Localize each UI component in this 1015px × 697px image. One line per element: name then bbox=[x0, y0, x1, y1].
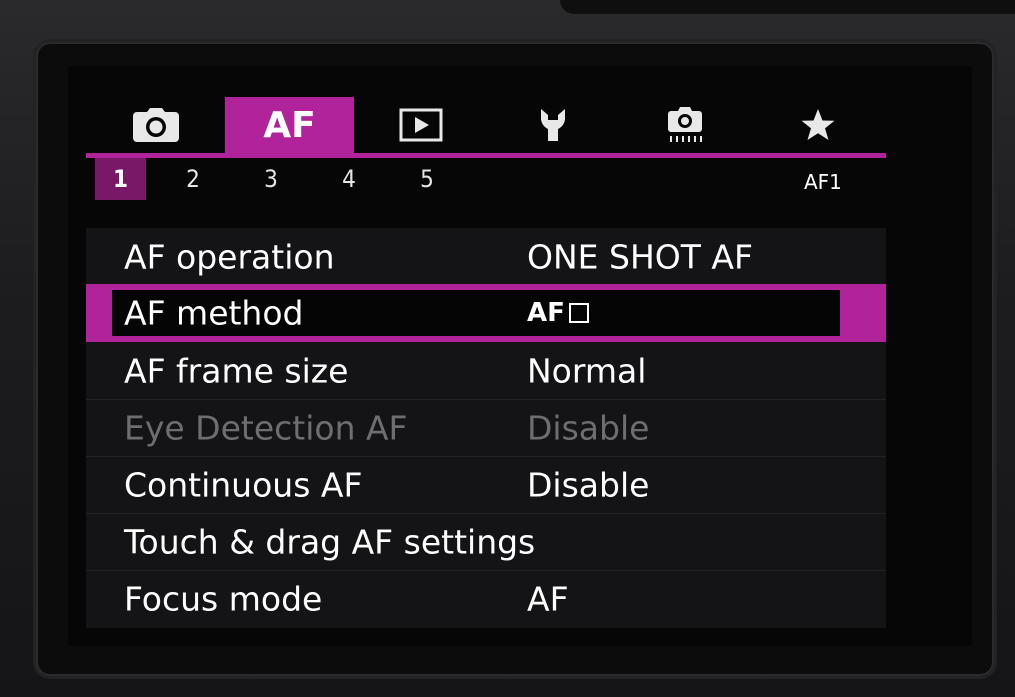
page-code: AF1 bbox=[804, 170, 842, 194]
tab-shooting[interactable] bbox=[126, 97, 186, 153]
menu-item-continuous-af[interactable]: Continuous AF Disable bbox=[86, 456, 886, 514]
subtab-4[interactable]: 4 bbox=[329, 158, 369, 200]
menu-item-eye-detection-af[interactable]: Eye Detection AF Disable bbox=[86, 399, 886, 457]
af-frame-icon bbox=[568, 303, 589, 323]
subtab-5[interactable]: 5 bbox=[407, 158, 447, 200]
menu-item-value: AF bbox=[527, 579, 569, 618]
subtab-2[interactable]: 2 bbox=[173, 158, 213, 200]
menu-item-value: Disable bbox=[527, 465, 650, 504]
menu-item-label: Continuous AF bbox=[124, 465, 363, 504]
menu-item-label: Touch & drag AF settings bbox=[124, 522, 536, 561]
af-method-text: AF bbox=[527, 298, 565, 328]
menu-item-value: ONE SHOT AF bbox=[527, 237, 753, 276]
tab-custom-functions[interactable] bbox=[663, 97, 707, 153]
menu-list: AF operation ONE SHOT AF AF method AF AF… bbox=[86, 228, 886, 628]
menu-item-label: Focus mode bbox=[124, 579, 323, 618]
menu-item-value: AF bbox=[527, 298, 589, 328]
camera-icon bbox=[133, 108, 179, 142]
subtab-3[interactable]: 3 bbox=[251, 158, 291, 200]
menu-item-touch-drag-af[interactable]: Touch & drag AF settings bbox=[86, 513, 886, 571]
wrench-icon bbox=[538, 107, 568, 143]
menu-item-label: AF method bbox=[124, 293, 304, 333]
tab-af[interactable]: AF bbox=[225, 97, 354, 153]
lcd-screen: AF 1 2 3 4 5 AF1 AF operation ONE SHOT A… bbox=[68, 66, 972, 646]
tab-my-menu[interactable] bbox=[797, 97, 839, 153]
menu-item-label: AF frame size bbox=[124, 351, 349, 390]
menu-item-af-frame-size[interactable]: AF frame size Normal bbox=[86, 342, 886, 400]
camera-custom-icon bbox=[667, 105, 703, 145]
menu-item-value: Disable bbox=[527, 408, 650, 447]
tab-af-label: AF bbox=[263, 104, 316, 146]
menu-item-value: Normal bbox=[527, 351, 647, 390]
play-icon bbox=[399, 108, 443, 142]
tab-playback[interactable] bbox=[396, 97, 446, 153]
menu-item-af-method[interactable]: AF method AF bbox=[86, 284, 886, 342]
menu-item-label: AF operation bbox=[124, 237, 335, 276]
camera-body-edge bbox=[560, 0, 1015, 14]
star-icon bbox=[801, 108, 835, 142]
subtab-1[interactable]: 1 bbox=[95, 158, 146, 200]
menu-item-af-operation[interactable]: AF operation ONE SHOT AF bbox=[86, 228, 886, 286]
menu-item-label: Eye Detection AF bbox=[124, 408, 408, 447]
menu-item-focus-mode[interactable]: Focus mode AF bbox=[86, 570, 886, 627]
tab-setup[interactable] bbox=[533, 97, 573, 153]
